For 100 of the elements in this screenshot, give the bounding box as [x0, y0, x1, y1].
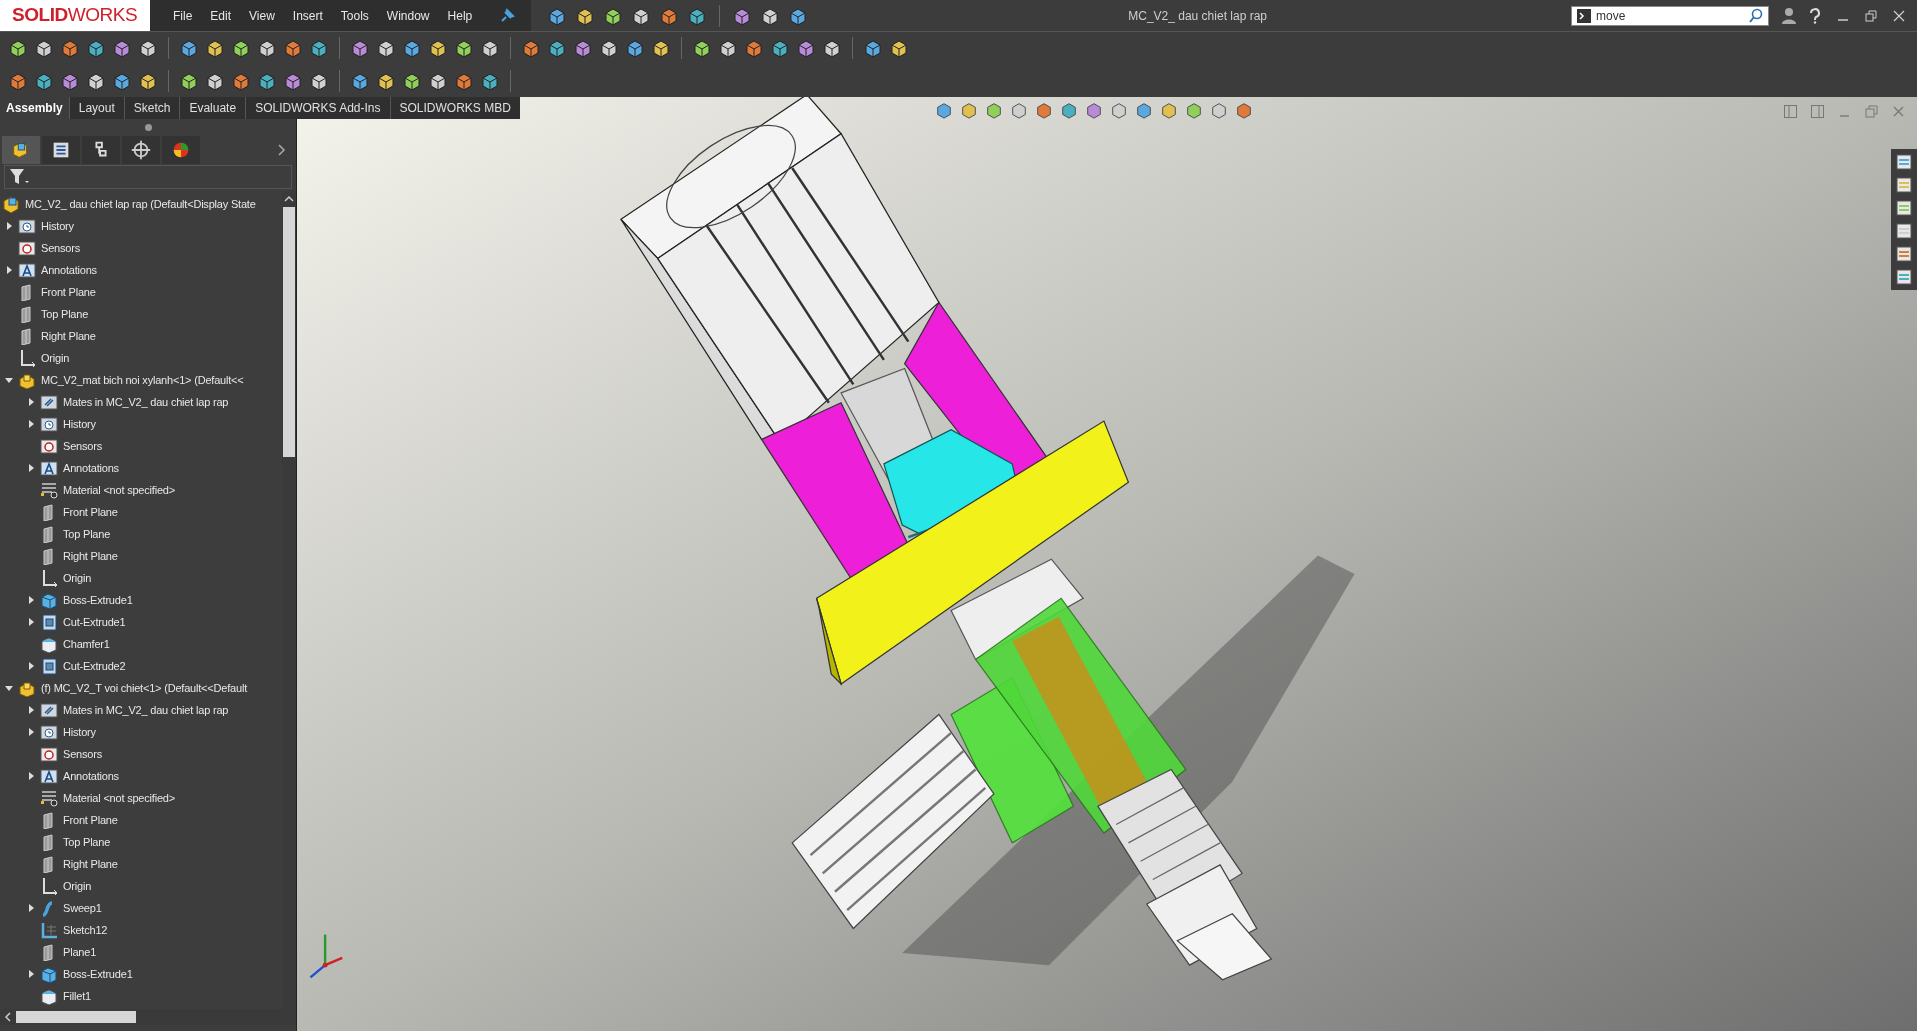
tool-icon[interactable] — [350, 38, 370, 58]
tool-icon[interactable] — [770, 38, 790, 58]
tool-icon[interactable] — [138, 38, 158, 58]
view-tool-icon[interactable] — [1010, 101, 1028, 119]
tile-left-icon[interactable] — [1784, 105, 1797, 118]
tree-item[interactable]: Right Plane — [63, 855, 118, 873]
view-tool-icon[interactable] — [1110, 101, 1128, 119]
tree-item[interactable]: Right Plane — [63, 547, 118, 565]
tree-item[interactable]: History — [63, 723, 96, 741]
panel-tab[interactable] — [162, 136, 200, 164]
expand-arrow-icon[interactable] — [26, 463, 36, 473]
task-pane-icon[interactable] — [1895, 245, 1913, 263]
tree-item[interactable]: Origin — [63, 877, 92, 895]
tree-item[interactable]: Mates in MC_V2_ dau chiet lap rap — [63, 701, 229, 719]
command-tab[interactable]: SOLIDWORKS Add-Ins — [245, 97, 390, 119]
tile-right-icon[interactable] — [1811, 105, 1824, 118]
tree-item[interactable]: MC_V2_mat bich noi xylanh<1> (Default<< — [41, 371, 244, 389]
help-icon[interactable] — [1809, 7, 1821, 24]
tool-icon[interactable] — [402, 38, 422, 58]
tree-item[interactable]: Plane1 — [63, 943, 97, 961]
view-tool-icon[interactable] — [1035, 101, 1053, 119]
tree-item[interactable]: Sweep1 — [63, 899, 102, 917]
tool-icon[interactable] — [86, 38, 106, 58]
tool-icon[interactable] — [231, 38, 251, 58]
tool-icon[interactable] — [205, 38, 225, 58]
expand-arrow-icon[interactable] — [26, 661, 36, 671]
view-tool-icon[interactable] — [935, 101, 953, 119]
collapse-arrow-icon[interactable] — [4, 683, 14, 693]
tree-item[interactable]: Annotations — [63, 767, 119, 785]
view-tool-icon[interactable] — [1210, 101, 1228, 119]
tree-item[interactable]: Boss-Extrude1 — [63, 965, 133, 983]
tool-icon[interactable] — [822, 38, 842, 58]
tree-item[interactable]: Sensors — [41, 239, 80, 257]
tool-icon[interactable] — [744, 38, 764, 58]
tree-item[interactable]: History — [63, 415, 96, 433]
view-tool-icon[interactable] — [1160, 101, 1178, 119]
chevron-icon[interactable] — [278, 144, 286, 156]
panel-tab[interactable] — [82, 136, 120, 164]
tree-item[interactable]: Front Plane — [63, 811, 118, 829]
tool-icon[interactable] — [112, 38, 132, 58]
tool-icon[interactable] — [547, 38, 567, 58]
tree-item[interactable]: Boss-Extrude1 — [63, 591, 133, 609]
tree-item[interactable]: Sensors — [63, 437, 102, 455]
tree-item[interactable]: Front Plane — [63, 503, 118, 521]
menu-item[interactable]: Insert — [285, 6, 330, 25]
tree-item[interactable]: Cut-Extrude2 — [63, 657, 126, 675]
task-pane-icon[interactable] — [1895, 153, 1913, 171]
tool-icon[interactable] — [651, 38, 671, 58]
view-tool-icon[interactable] — [1185, 101, 1203, 119]
restore-icon[interactable] — [1865, 9, 1877, 22]
expand-arrow-icon[interactable] — [26, 705, 36, 715]
view-tool-icon[interactable] — [985, 101, 1003, 119]
command-tab[interactable]: Layout — [68, 97, 124, 119]
panel-tab[interactable] — [122, 136, 160, 164]
tool-icon[interactable] — [718, 38, 738, 58]
tree-item[interactable]: Cut-Extrude1 — [63, 613, 126, 631]
close-icon[interactable] — [1893, 9, 1905, 22]
tool-icon[interactable] — [309, 38, 329, 58]
tree-item[interactable]: Material <not specified> — [63, 789, 175, 807]
collapse-arrow-icon[interactable] — [4, 375, 14, 385]
menu-item[interactable]: Edit — [203, 6, 239, 25]
tree-item[interactable]: Annotations — [41, 261, 97, 279]
view-tool-icon[interactable] — [1235, 101, 1253, 119]
search-box[interactable]: move — [1571, 5, 1769, 26]
task-pane-icon[interactable] — [1895, 199, 1913, 217]
tree-item[interactable]: Mates in MC_V2_ dau chiet lap rap — [63, 393, 229, 411]
menu-item[interactable]: File — [166, 6, 200, 25]
tool-icon[interactable] — [796, 38, 816, 58]
tree-item[interactable]: Right Plane — [41, 327, 96, 345]
view-tool-icon[interactable] — [960, 101, 978, 119]
tool-icon[interactable] — [573, 38, 593, 58]
tree-item[interactable]: Top Plane — [63, 833, 111, 851]
panel-tab[interactable] — [2, 136, 40, 164]
task-pane-icon[interactable] — [1895, 222, 1913, 240]
tree-item[interactable]: Annotations — [63, 459, 119, 477]
splitter-handle[interactable] — [144, 123, 152, 131]
filter-icon[interactable] — [9, 168, 31, 186]
tree-item[interactable]: History — [41, 217, 74, 235]
panel-tab[interactable] — [42, 136, 80, 164]
tool-icon[interactable] — [863, 38, 883, 58]
view-tool-icon[interactable] — [1060, 101, 1078, 119]
search-icon[interactable] — [1748, 7, 1764, 24]
expand-arrow-icon[interactable] — [26, 617, 36, 627]
menu-item[interactable]: Tools — [333, 6, 376, 25]
solidworks-logo[interactable]: SOLIDWORKS — [0, 0, 150, 31]
tree-item[interactable]: Origin — [41, 349, 70, 367]
tool-icon[interactable] — [428, 38, 448, 58]
expand-arrow-icon[interactable] — [4, 265, 14, 275]
tool-icon[interactable] — [376, 38, 396, 58]
tree-item[interactable]: Material <not specified> — [63, 481, 175, 499]
tree-item[interactable]: Fillet1 — [63, 987, 91, 1005]
assembly-model-drawing[interactable] — [620, 97, 1355, 981]
tool-icon[interactable] — [454, 38, 474, 58]
scroll-up-icon[interactable] — [284, 195, 294, 203]
tool-icon[interactable] — [283, 38, 303, 58]
menu-item[interactable]: Window — [379, 6, 437, 25]
tree-item[interactable]: Top Plane — [63, 525, 111, 543]
expand-arrow-icon[interactable] — [26, 727, 36, 737]
tool-icon[interactable] — [257, 38, 277, 58]
expand-arrow-icon[interactable] — [4, 221, 14, 231]
